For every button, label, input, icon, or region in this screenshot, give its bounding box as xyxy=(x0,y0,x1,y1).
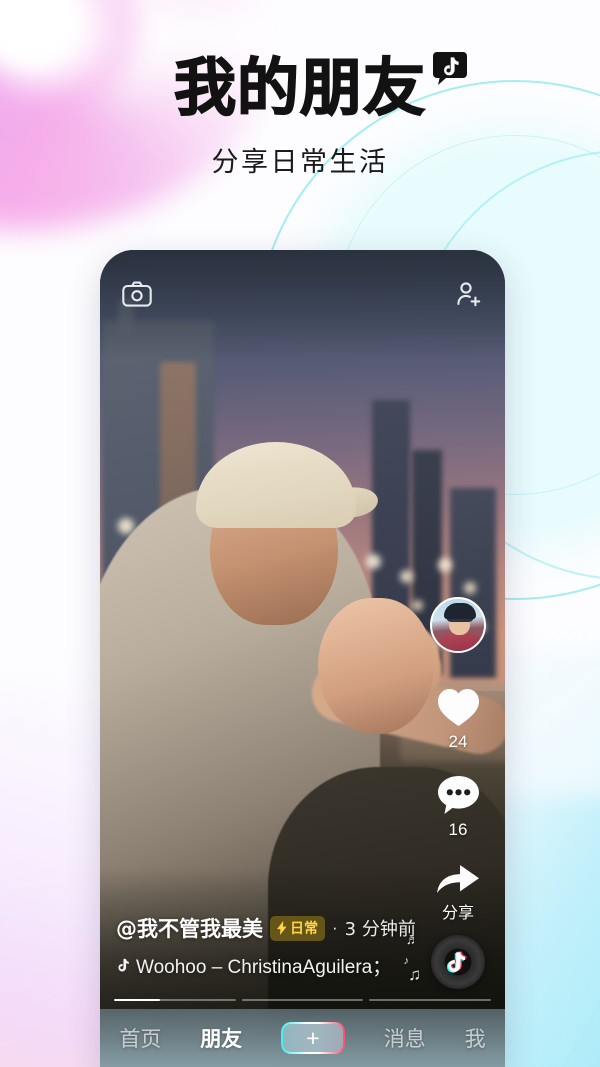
bokeh-light xyxy=(400,570,413,583)
tiktok-note-bubble-icon xyxy=(433,52,467,85)
share-button[interactable]: 分享 xyxy=(427,862,489,923)
person-woman-head xyxy=(318,598,434,734)
badge-label: 日常 xyxy=(290,920,318,937)
topbar-gradient xyxy=(100,250,505,360)
post-caption: @我不管我最美 日常 · 3 分钟前 Woohoo – ChristinaAgu… xyxy=(116,913,416,979)
share-label: 分享 xyxy=(441,903,474,922)
progress-segment[interactable] xyxy=(241,998,364,1001)
bottom-nav: 首页 朋友 + 消息 我 xyxy=(100,1009,505,1067)
progress-segment[interactable] xyxy=(114,998,236,1001)
status-badge: 日常 xyxy=(270,915,325,941)
page-header: 我的朋友 分享日常生活 xyxy=(0,51,600,179)
music-note-icon xyxy=(118,958,129,971)
nav-item-home[interactable]: 首页 xyxy=(119,1023,161,1053)
caption-separator: · xyxy=(332,918,338,937)
add-friend-icon[interactable] xyxy=(455,280,483,308)
post-timestamp: 3 分钟前 xyxy=(344,919,416,940)
action-rail: 24 16 分享 xyxy=(427,597,489,945)
avatar[interactable] xyxy=(430,597,486,653)
tiktok-logo-icon xyxy=(446,951,467,973)
story-progress[interactable] xyxy=(114,998,492,1001)
caption-music-row[interactable]: Woohoo – ChristinaAguilera； xyxy=(116,952,409,979)
caption-meta-row: @我不管我最美 日常 · 3 分钟前 xyxy=(116,913,416,943)
bokeh-light xyxy=(412,600,423,611)
comment-button[interactable]: 16 xyxy=(427,774,489,840)
title-row: 我的朋友 xyxy=(173,51,467,124)
bokeh-light xyxy=(438,558,452,572)
like-button[interactable]: 24 xyxy=(427,687,489,752)
comment-bubble-icon xyxy=(437,776,479,814)
post-username[interactable]: @我不管我最美 xyxy=(116,913,263,943)
lightning-icon xyxy=(277,920,287,935)
phone-mockup: 24 16 分享 ♬ ♪ ♫ @我不管我最美 日常 · 3 分钟前 Woohoo… xyxy=(100,250,505,1067)
page-title: 我的朋友 xyxy=(173,51,426,124)
avatar-body xyxy=(438,633,482,651)
bokeh-light xyxy=(464,582,476,594)
heart-icon xyxy=(437,689,479,726)
nav-item-profile[interactable]: 我 xyxy=(465,1023,486,1053)
nav-item-friends[interactable]: 朋友 xyxy=(200,1023,242,1053)
share-arrow-icon xyxy=(437,865,479,893)
create-post-button[interactable]: + xyxy=(280,1022,345,1054)
avatar-helmet xyxy=(444,603,476,619)
music-note-icon: ♫ xyxy=(408,965,421,984)
nav-item-messages[interactable]: 消息 xyxy=(384,1023,426,1053)
camera-icon[interactable] xyxy=(122,281,152,307)
page-subtitle: 分享日常生活 xyxy=(211,147,389,179)
progress-segment[interactable] xyxy=(369,998,492,1001)
comment-count: 16 xyxy=(448,820,468,839)
music-disc-button[interactable] xyxy=(431,935,485,989)
like-count: 24 xyxy=(448,732,468,751)
bokeh-light xyxy=(366,554,381,569)
create-post-label: + xyxy=(283,1024,343,1052)
music-title: Woohoo – ChristinaAguilera； xyxy=(136,957,392,978)
